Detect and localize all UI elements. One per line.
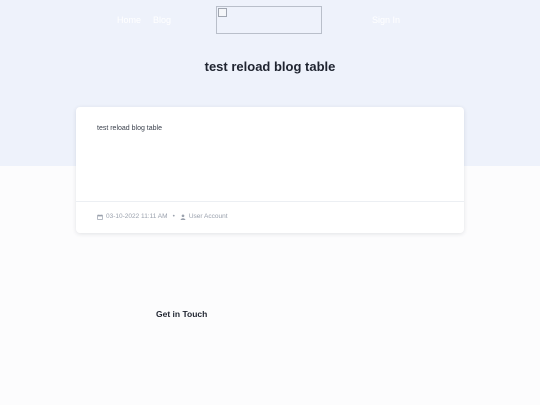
broken-image-icon	[218, 8, 227, 17]
user-icon	[180, 213, 186, 220]
nav-blog-link[interactable]: Blog	[153, 15, 171, 25]
page-title: test reload blog table	[204, 59, 336, 74]
post-excerpt: test reload blog table	[97, 125, 162, 132]
nav-sign-in-link[interactable]: Sign In	[372, 15, 400, 25]
blog-post-card[interactable]: test reload blog table 03-10-2022 11:11 …	[76, 107, 464, 233]
post-meta: 03-10-2022 11:11 AM • User Account	[97, 213, 228, 220]
site-logo[interactable]	[216, 6, 322, 34]
post-author: User Account	[188, 213, 228, 220]
post-date: 03-10-2022 11:11 AM	[106, 213, 168, 220]
calendar-icon	[97, 214, 103, 220]
card-divider	[76, 201, 464, 202]
meta-separator: •	[172, 213, 175, 220]
nav-home-link[interactable]: Home	[117, 15, 141, 25]
get-in-touch-heading: Get in Touch	[156, 309, 208, 319]
